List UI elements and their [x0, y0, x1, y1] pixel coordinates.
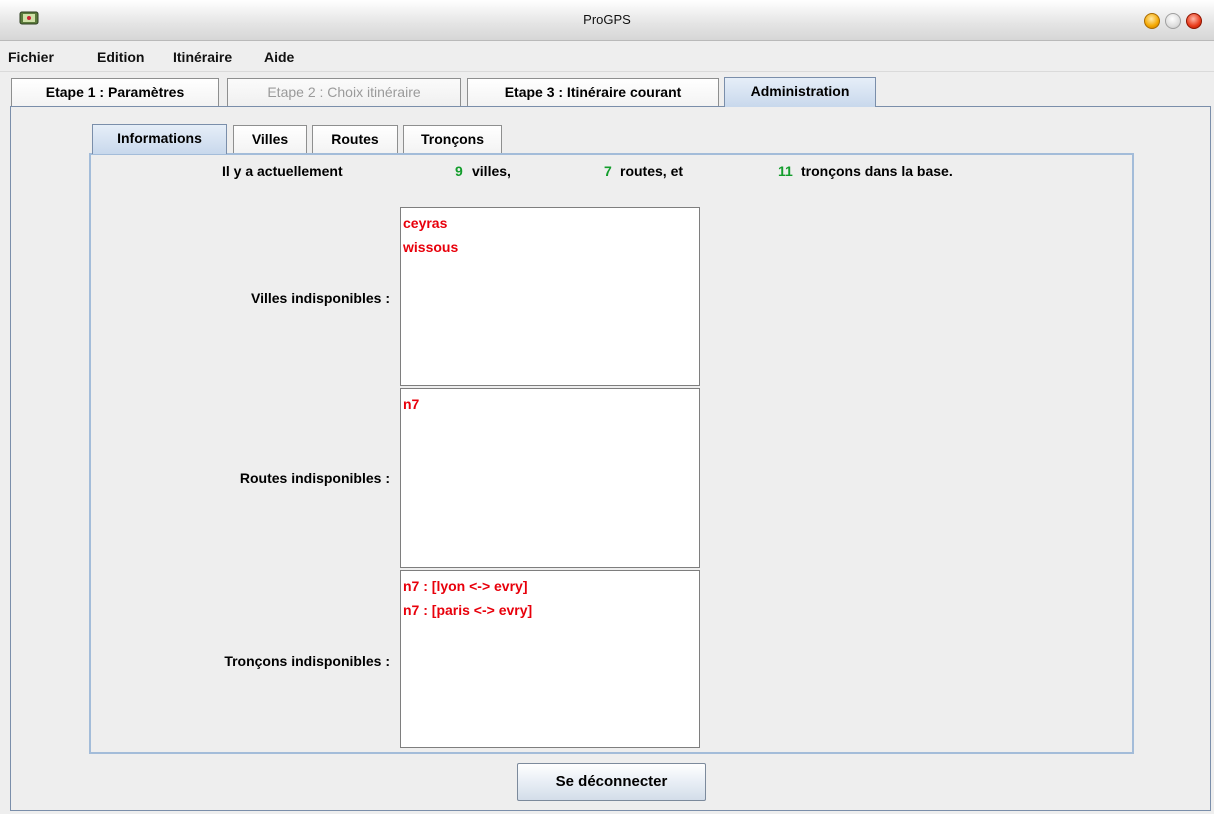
- villes-count-label: villes,: [472, 163, 511, 179]
- routes-indisponibles-list[interactable]: n7: [400, 388, 700, 568]
- menu-fichier[interactable]: Fichier: [8, 49, 54, 65]
- tab-routes[interactable]: Routes: [312, 125, 398, 153]
- tab-informations[interactable]: Informations: [92, 124, 227, 154]
- minimize-icon[interactable]: [1144, 13, 1160, 29]
- tab-etape-3[interactable]: Etape 3 : Itinéraire courant: [467, 78, 719, 106]
- list-item[interactable]: n7: [403, 395, 699, 419]
- menu-edition[interactable]: Edition: [97, 49, 144, 65]
- menu-itineraire[interactable]: Itinéraire: [173, 49, 232, 65]
- list-item[interactable]: n7 : [lyon <-> evry]: [403, 577, 699, 601]
- troncons-count-label: tronçons dans la base.: [801, 163, 953, 179]
- list-item[interactable]: ceyras: [403, 214, 699, 238]
- troncons-indisponibles-label: Tronçons indisponibles :: [224, 653, 390, 669]
- villes-indisponibles-label: Villes indisponibles :: [251, 290, 390, 306]
- tab-etape-2[interactable]: Etape 2 : Choix itinéraire: [227, 78, 461, 106]
- troncons-indisponibles-list[interactable]: n7 : [lyon <-> evry] n7 : [paris <-> evr…: [400, 570, 700, 748]
- troncons-count: 11: [778, 163, 793, 179]
- tab-etape-1[interactable]: Etape 1 : Paramètres: [11, 78, 219, 106]
- summary-prefix: Il y a actuellement: [222, 163, 343, 179]
- villes-count: 9: [455, 163, 463, 179]
- tab-administration[interactable]: Administration: [724, 77, 876, 107]
- list-item[interactable]: wissous: [403, 238, 699, 262]
- disconnect-button[interactable]: Se déconnecter: [517, 763, 706, 801]
- maximize-icon[interactable]: [1165, 13, 1181, 29]
- routes-indisponibles-label: Routes indisponibles :: [239, 470, 390, 486]
- list-item[interactable]: n7 : [paris <-> evry]: [403, 601, 699, 625]
- routes-count: 7: [604, 163, 612, 179]
- villes-indisponibles-list[interactable]: ceyras wissous: [400, 207, 700, 386]
- title-bar[interactable]: ProGPS: [0, 0, 1214, 41]
- window-title: ProGPS: [583, 12, 631, 27]
- menu-aide[interactable]: Aide: [264, 49, 294, 65]
- tab-troncons[interactable]: Tronçons: [403, 125, 502, 153]
- close-icon[interactable]: [1186, 13, 1202, 29]
- tab-villes[interactable]: Villes: [233, 125, 307, 153]
- routes-count-label: routes, et: [620, 163, 684, 179]
- app-window: ProGPS Fichier Edition Itinéraire Aide E…: [0, 0, 1214, 814]
- menu-bar: Fichier Edition Itinéraire Aide: [0, 42, 1214, 72]
